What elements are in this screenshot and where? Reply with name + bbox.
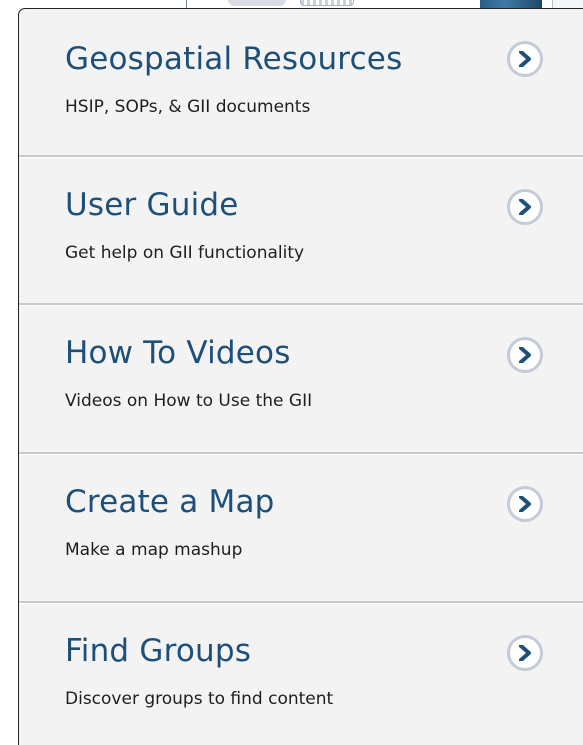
background-divider [186,0,187,8]
chevron-right-circle-icon[interactable] [507,337,543,373]
menu-item-subtitle: Videos on How to Use the GII [65,391,313,411]
menu-item-user-guide[interactable]: User Guide Get help on GII functionality [19,158,583,306]
menu-item-find-groups[interactable]: Find Groups Discover groups to find cont… [19,604,583,745]
background-left-edge [0,0,18,745]
chevron-right-circle-icon[interactable] [507,41,543,77]
menu-item-title[interactable]: How To Videos [65,335,291,371]
chevron-right-circle-icon[interactable] [507,486,543,522]
menu-item-title[interactable]: Create a Map [65,484,275,520]
chevron-right-circle-icon[interactable] [507,189,543,225]
background-pill [228,0,286,6]
menu-item-subtitle: Discover groups to find content [65,689,334,709]
background-toolbar-control [300,0,354,6]
background-map-thumbnail [480,0,542,8]
chevron-right-circle-icon[interactable] [507,635,543,671]
menu-item-geospatial-resources[interactable]: Geospatial Resources HSIP, SOPs, & GII d… [19,9,583,157]
menu-item-create-a-map[interactable]: Create a Map Make a map mashup [19,455,583,603]
menu-item-subtitle: Get help on GII functionality [65,243,305,263]
menu-item-subtitle: HSIP, SOPs, & GII documents [65,97,311,117]
menu-item-title[interactable]: Geospatial Resources [65,41,402,77]
menu-item-how-to-videos[interactable]: How To Videos Videos on How to Use the G… [19,306,583,454]
resources-dropdown-menu: Geospatial Resources HSIP, SOPs, & GII d… [18,8,583,745]
menu-item-subtitle: Make a map mashup [65,540,243,560]
menu-item-title[interactable]: User Guide [65,187,239,223]
menu-item-title[interactable]: Find Groups [65,633,251,669]
